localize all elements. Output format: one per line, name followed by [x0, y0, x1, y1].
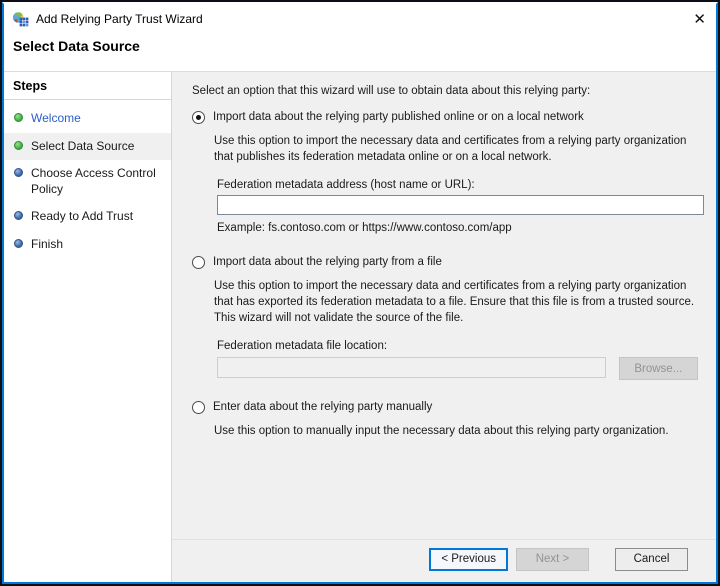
step-item-finish: Finish: [4, 231, 171, 259]
metadata-file-input: [217, 357, 606, 379]
step-item-select-data-source: Select Data Source: [4, 132, 171, 161]
radio-import-online[interactable]: [192, 111, 205, 124]
option-import-file[interactable]: Import data about the relying party from…: [192, 256, 698, 270]
intro-text: Select an option that this wizard will u…: [192, 85, 591, 97]
option-label: Import data about the relying party publ…: [213, 111, 584, 123]
next-button[interactable]: Next >: [516, 547, 589, 571]
cancel-button[interactable]: Cancel: [615, 547, 688, 571]
wizard-window: Add Relying Party Trust Wizard ✕ Select …: [0, 0, 720, 586]
steps-sidebar: Steps Welcome Select Data Source Choose …: [4, 72, 172, 582]
step-item-ready-to-add-trust: Ready to Add Trust: [4, 203, 171, 231]
step-done-bullet-icon: [14, 113, 23, 122]
steps-heading: Steps: [4, 72, 171, 100]
wizard-button-bar: < Previous Next > Cancel: [172, 539, 716, 582]
window-accent-frame: Add Relying Party Trust Wizard ✕ Select …: [2, 2, 718, 584]
content-pane: Select an option that this wizard will u…: [172, 72, 716, 582]
relying-party-trust-icon: [12, 11, 29, 26]
option-description: Use this option to manually input the ne…: [214, 425, 669, 438]
radio-import-file[interactable]: [192, 256, 205, 270]
step-todo-bullet-icon: [14, 168, 23, 178]
option-import-online[interactable]: Import data about the relying party publ…: [192, 111, 698, 124]
step-item-choose-access-control-policy: Choose Access Control Policy: [4, 160, 171, 203]
radio-enter-manually[interactable]: [192, 401, 205, 415]
option-label: Import data about the relying party from…: [213, 256, 442, 269]
step-item-welcome: Welcome: [4, 105, 171, 133]
window-title: Add Relying Party Trust Wizard: [36, 12, 203, 26]
step-todo-bullet-icon: [14, 211, 23, 221]
metadata-address-input[interactable]: [217, 195, 704, 216]
option-enter-manually[interactable]: Enter data about the relying party manua…: [192, 401, 698, 415]
metadata-file-label: Federation metadata file location:: [217, 340, 388, 353]
step-todo-bullet-icon: [14, 238, 23, 248]
option-description: Use this option to import the necessary …: [214, 135, 687, 164]
metadata-address-label: Federation metadata address (host name o…: [217, 179, 475, 192]
title-bar: Add Relying Party Trust Wizard ✕: [4, 4, 716, 32]
option-label: Enter data about the relying party manua…: [213, 401, 433, 414]
step-done-bullet-icon: [14, 140, 23, 150]
close-icon[interactable]: ✕: [680, 8, 706, 30]
browse-button[interactable]: Browse...: [618, 357, 698, 381]
steps-list: Welcome Select Data Source Choose Access…: [4, 100, 171, 259]
previous-button[interactable]: < Previous: [429, 547, 508, 571]
page-title: Select Data Source: [4, 32, 716, 72]
metadata-address-example: Example: fs.contoso.com or https://www.c…: [217, 222, 512, 235]
option-description: Use this option to import the necessary …: [214, 280, 695, 325]
